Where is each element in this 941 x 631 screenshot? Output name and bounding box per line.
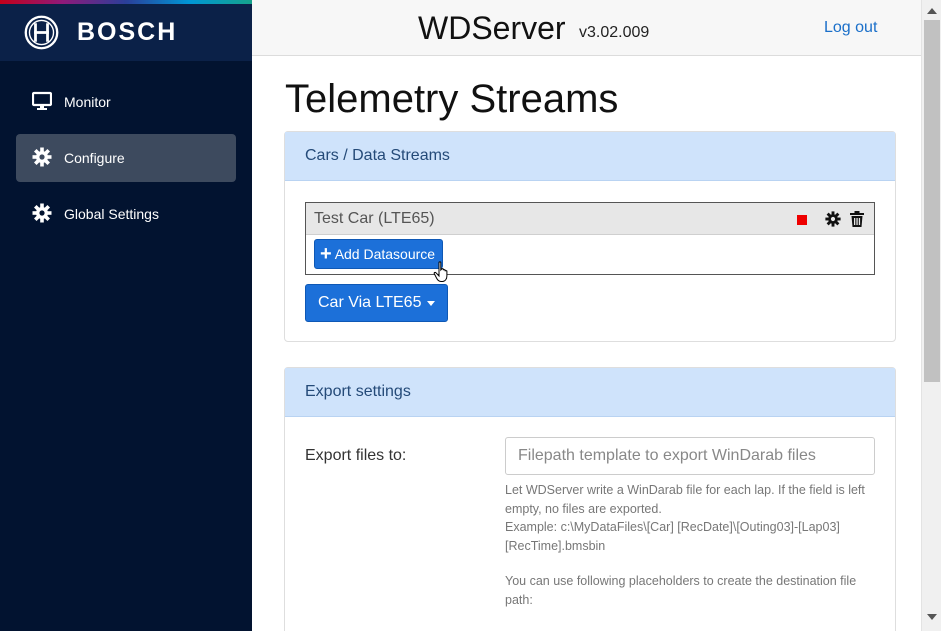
logout-link[interactable]: Log out bbox=[824, 19, 877, 37]
vertical-scrollbar[interactable] bbox=[921, 0, 941, 631]
car-stream-panel: Test Car (LTE65) + Add Datasource bbox=[305, 202, 875, 282]
gear-icon bbox=[32, 203, 52, 223]
streams-card-header: Cars / Data Streams bbox=[285, 132, 895, 181]
trash-icon[interactable] bbox=[850, 211, 864, 227]
hand-cursor-icon bbox=[433, 261, 448, 282]
export-path-input[interactable] bbox=[505, 437, 875, 475]
app-title: WDServer bbox=[418, 10, 566, 46]
add-datasource-label: Add Datasource bbox=[334, 246, 436, 262]
scroll-down-icon[interactable] bbox=[927, 614, 937, 620]
scroll-up-icon[interactable] bbox=[927, 8, 937, 14]
export-files-label: Export files to: bbox=[305, 447, 407, 464]
car-via-dropdown[interactable]: Car Via LTE65 bbox=[305, 284, 448, 322]
export-card-header: Export settings bbox=[285, 368, 895, 417]
sidebar-item-global-settings[interactable]: Global Settings bbox=[16, 190, 236, 238]
sidebar-item-label: Monitor bbox=[64, 94, 111, 110]
export-card: Export settings Export files to: Let WDS… bbox=[284, 367, 896, 631]
main-content: Telemetry Streams Cars / Data Streams Te… bbox=[252, 56, 921, 631]
add-datasource-button[interactable]: + Add Datasource bbox=[314, 239, 443, 269]
sidebar-item-monitor[interactable]: Monitor bbox=[16, 78, 236, 126]
page-title: Telemetry Streams bbox=[285, 77, 619, 121]
chevron-down-icon bbox=[427, 300, 436, 306]
gear-icon[interactable] bbox=[825, 211, 841, 227]
gear-icon bbox=[32, 147, 52, 167]
sidebar-item-label: Configure bbox=[64, 150, 125, 166]
streams-card: Cars / Data Streams Test Car (LTE65) + A… bbox=[284, 131, 896, 342]
export-help-text: Let WDServer write a WinDarab file for e… bbox=[505, 483, 865, 516]
car-name: Test Car (LTE65) bbox=[314, 210, 435, 227]
export-placeholders-text: You can use following placeholders to cr… bbox=[505, 574, 857, 607]
brand-header: BOSCH bbox=[0, 4, 252, 61]
plus-icon: + bbox=[320, 243, 332, 265]
stop-icon[interactable] bbox=[797, 215, 807, 225]
export-example-text: Example: c:\MyDataFiles\[Car] [RecDate]\… bbox=[505, 520, 840, 553]
top-header: WDServer v3.02.009 Log out bbox=[252, 0, 921, 56]
brand-name: BOSCH bbox=[77, 18, 178, 46]
car-stream-header: Test Car (LTE65) bbox=[306, 203, 874, 235]
car-via-label: Car Via LTE65 bbox=[318, 294, 422, 311]
sidebar-item-label: Global Settings bbox=[64, 206, 159, 222]
monitor-icon bbox=[32, 91, 52, 110]
sidebar-item-configure[interactable]: Configure bbox=[16, 134, 236, 182]
scrollbar-thumb[interactable] bbox=[924, 20, 940, 382]
app-version: v3.02.009 bbox=[579, 24, 650, 41]
bosch-logo-icon bbox=[24, 15, 59, 50]
sidebar: BOSCH Monitor Configure Global Settings bbox=[0, 0, 252, 631]
